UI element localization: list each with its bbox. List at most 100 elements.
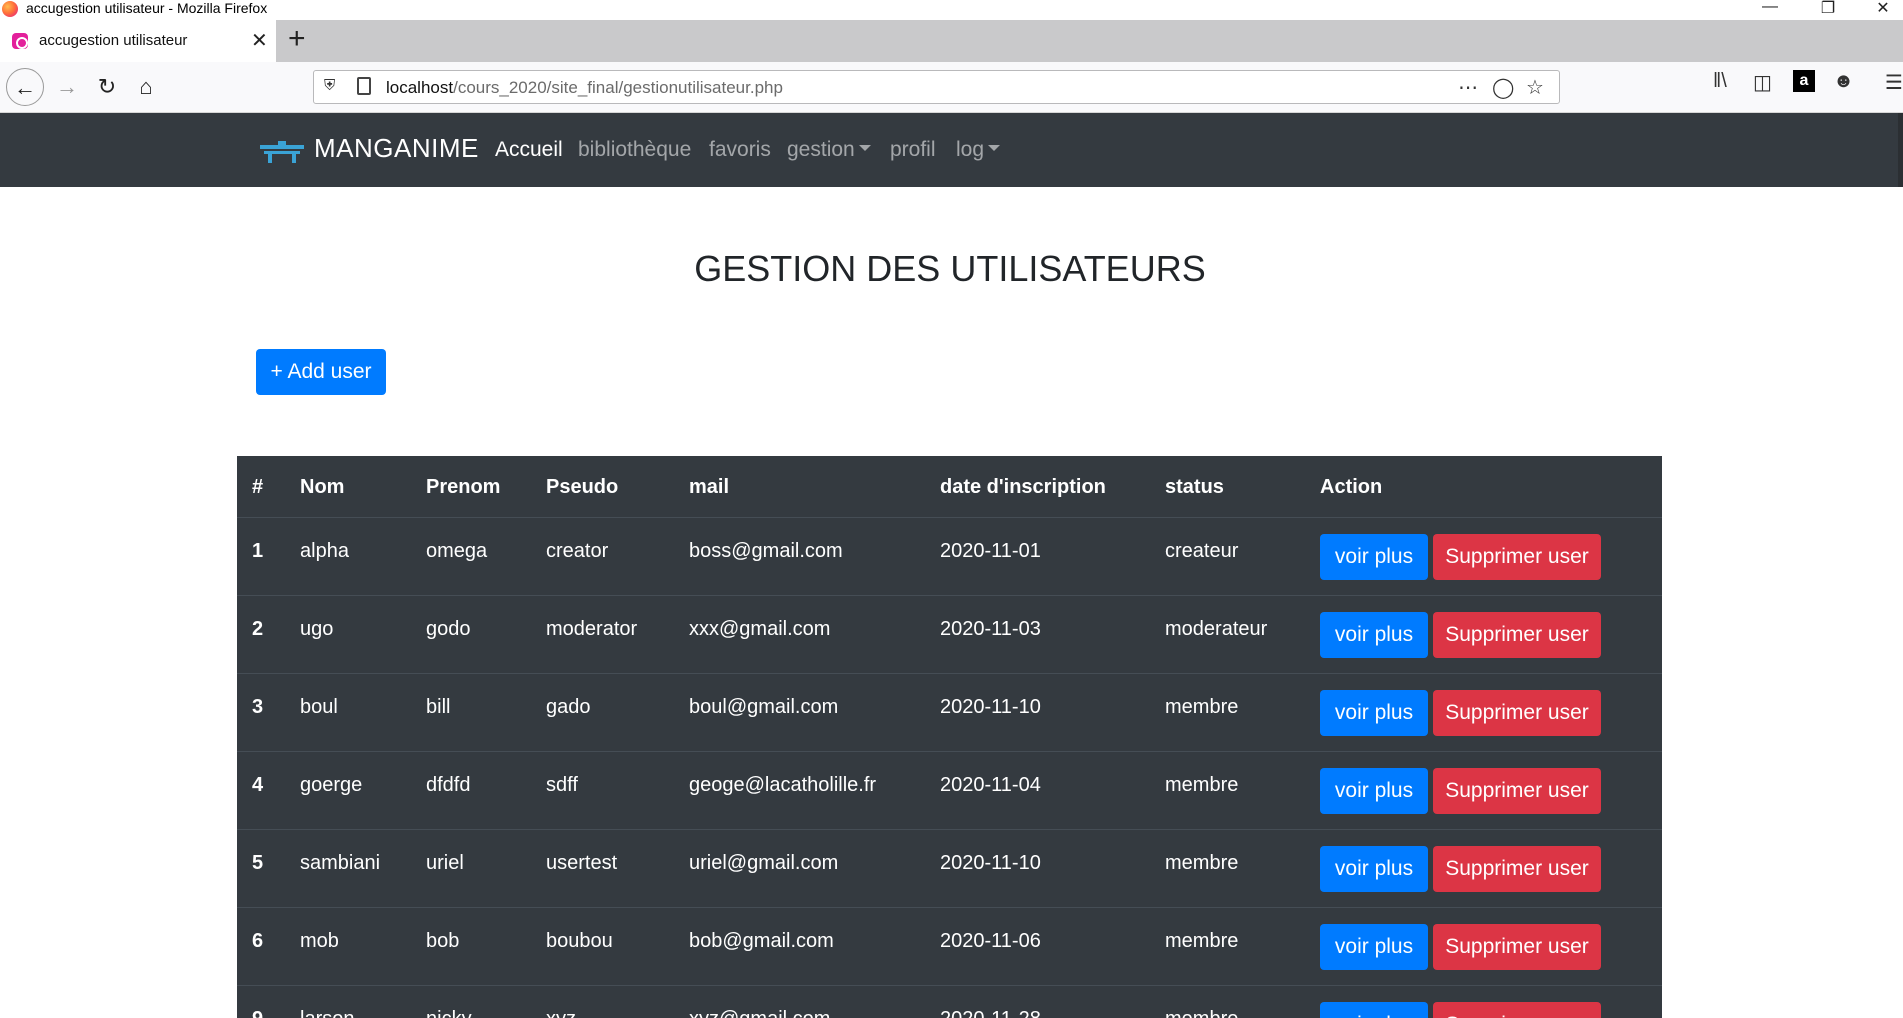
scrollbar[interactable]	[1898, 113, 1903, 187]
tab-title: accugestion utilisateur	[39, 32, 188, 49]
voir-plus-button[interactable]: voir plus	[1320, 690, 1428, 736]
browser-toolbar: ← → ↻ ⌂ ⛨ localhost/cours_2020/site_fina…	[0, 62, 1903, 113]
restore-icon[interactable]: ❐	[1806, 0, 1850, 18]
pocket-icon[interactable]: ◯	[1492, 75, 1514, 100]
cell-nom: mob	[300, 930, 339, 952]
cell-date: 2020-11-03	[940, 618, 1041, 640]
col-header-mail: mail	[689, 476, 730, 498]
brand-name[interactable]: MANGANIME	[314, 133, 479, 164]
cell-prenom: omega	[426, 540, 488, 562]
table-row: 4 goerge dfdfd sdff geoge@lacatholille.f…	[237, 752, 1662, 830]
bookmark-star-icon[interactable]: ☆	[1526, 75, 1544, 100]
col-header-status: status	[1165, 476, 1224, 498]
cell-pseudo: xyz	[546, 1008, 576, 1018]
cell-status: membre	[1165, 1008, 1238, 1018]
voir-plus-button[interactable]: voir plus	[1320, 612, 1428, 658]
new-tab-icon[interactable]: +	[288, 22, 306, 56]
table-row: 9 larson nicky xyz xyz@gmail.com 2020-11…	[237, 986, 1662, 1018]
cell-date: 2020-11-06	[940, 930, 1041, 952]
caret-down-icon	[858, 145, 871, 152]
back-arrow-icon[interactable]: ←	[6, 68, 44, 106]
nav-bibliotheque[interactable]: bibliothèque	[578, 138, 691, 162]
nav-profil[interactable]: profil	[890, 138, 936, 162]
page-info-icon[interactable]	[357, 77, 371, 95]
cell-id: 4	[252, 774, 264, 796]
page-title: GESTION DES UTILISATEURS	[694, 248, 1206, 289]
minimize-icon[interactable]: —	[1748, 0, 1792, 16]
cell-id: 6	[252, 930, 264, 952]
cell-date: 2020-11-28	[940, 1008, 1041, 1018]
cell-nom: ugo	[300, 618, 334, 640]
account-icon[interactable]: ☻	[1833, 70, 1854, 93]
cell-nom: goerge	[300, 774, 363, 796]
cell-prenom: godo	[426, 618, 471, 640]
supprimer-user-button[interactable]: Supprimer user	[1433, 924, 1601, 970]
cell-status: moderateur	[1165, 618, 1268, 640]
table-header-row: # Nom Prenom Pseudo mail date d'inscript…	[237, 456, 1662, 518]
forward-arrow-icon[interactable]: →	[48, 68, 86, 106]
add-user-button[interactable]: + Add user	[256, 349, 386, 395]
cell-id: 1	[252, 540, 264, 562]
sidebar-icon[interactable]: ◫	[1753, 70, 1772, 95]
col-header-id: #	[252, 476, 264, 498]
table-row: 3 boul bill gado boul@gmail.com 2020-11-…	[237, 674, 1662, 752]
cell-mail: bob@gmail.com	[689, 930, 834, 952]
cell-date: 2020-11-01	[940, 540, 1041, 562]
window-titlebar: accugestion utilisateur - Mozilla Firefo…	[0, 0, 1903, 20]
col-header-pseudo: Pseudo	[546, 476, 619, 498]
cell-id: 9	[252, 1008, 263, 1018]
tab-favicon-icon	[12, 33, 28, 49]
supprimer-user-button[interactable]: Supprimer user	[1433, 534, 1601, 580]
supprimer-user-button[interactable]: Supprimer user	[1433, 1002, 1601, 1018]
voir-plus-button[interactable]: voir plus	[1320, 924, 1428, 970]
cell-prenom: dfdfd	[426, 774, 471, 796]
brand-logo-icon[interactable]	[260, 141, 304, 163]
voir-plus-button[interactable]: voir plus	[1320, 846, 1428, 892]
nav-accueil[interactable]: Accueil	[495, 138, 563, 162]
library-icon[interactable]: ‖\	[1713, 70, 1727, 93]
url-text[interactable]: localhost/cours_2020/site_final/gestionu…	[386, 78, 783, 98]
close-window-icon[interactable]: ✕	[1861, 0, 1903, 18]
cell-mail: boss@gmail.com	[689, 540, 843, 562]
nav-favoris[interactable]: favoris	[709, 138, 771, 162]
cell-mail: uriel@gmail.com	[689, 852, 839, 874]
amazon-extension-icon[interactable]: a	[1793, 70, 1815, 92]
menu-hamburger-icon[interactable]: ☰	[1885, 70, 1903, 95]
nav-gestion-label: gestion	[787, 138, 855, 161]
cell-status: membre	[1165, 696, 1239, 718]
cell-pseudo: usertest	[546, 852, 618, 874]
url-bar[interactable]: ⛨ localhost/cours_2020/site_final/gestio…	[313, 70, 1560, 104]
cell-nom: alpha	[300, 540, 349, 562]
cell-date: 2020-11-10	[940, 852, 1041, 874]
supprimer-user-button[interactable]: Supprimer user	[1433, 612, 1601, 658]
supprimer-user-button[interactable]: Supprimer user	[1433, 846, 1601, 892]
page-actions-icon[interactable]: ⋯	[1458, 75, 1478, 100]
table-row: 6 mob bob boubou bob@gmail.com 2020-11-0…	[237, 908, 1662, 986]
nav-gestion-dropdown[interactable]: gestion	[787, 138, 871, 162]
cell-pseudo: creator	[546, 540, 609, 562]
voir-plus-button[interactable]: voir plus	[1320, 534, 1428, 580]
col-header-date: date d'inscription	[940, 476, 1106, 498]
voir-plus-button[interactable]: voir plus	[1320, 1002, 1428, 1018]
cell-mail: geoge@lacatholille.fr	[689, 774, 877, 796]
tracking-shield-icon[interactable]: ⛨	[324, 77, 335, 94]
cell-mail: xxx@gmail.com	[689, 618, 831, 640]
supprimer-user-button[interactable]: Supprimer user	[1433, 768, 1601, 814]
table-row: 2 ugo godo moderator xxx@gmail.com 2020-…	[237, 596, 1662, 674]
cell-id: 3	[252, 696, 264, 718]
reload-icon[interactable]: ↻	[88, 68, 126, 106]
cell-mail: boul@gmail.com	[689, 696, 839, 718]
home-icon[interactable]: ⌂	[127, 68, 165, 106]
browser-tab[interactable]: accugestion utilisateur ✕	[0, 20, 276, 62]
col-header-prenom: Prenom	[426, 476, 501, 498]
tab-strip: accugestion utilisateur ✕ +	[0, 20, 1903, 62]
nav-log-dropdown[interactable]: log	[956, 138, 1001, 162]
cell-prenom: uriel	[426, 852, 464, 874]
voir-plus-button[interactable]: voir plus	[1320, 768, 1428, 814]
cell-pseudo: gado	[546, 696, 591, 718]
tab-close-icon[interactable]: ✕	[251, 28, 268, 53]
cell-pseudo: sdff	[546, 774, 578, 796]
cell-nom: larson	[300, 1008, 354, 1018]
supprimer-user-button[interactable]: Supprimer user	[1433, 690, 1601, 736]
cell-date: 2020-11-04	[940, 774, 1041, 796]
